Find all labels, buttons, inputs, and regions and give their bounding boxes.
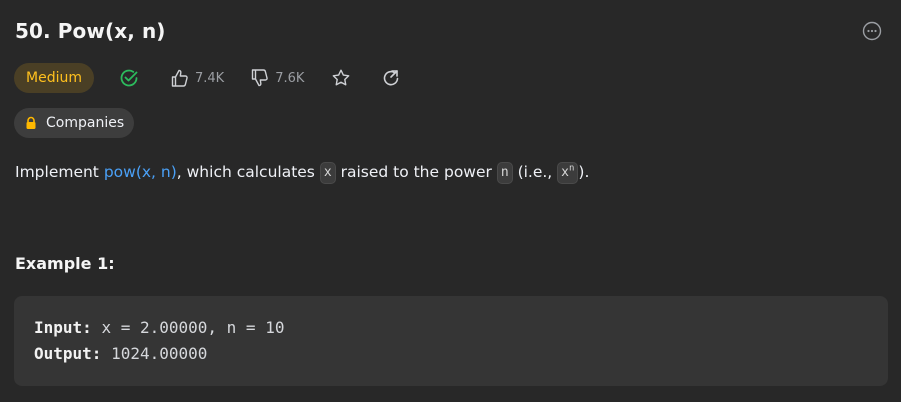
output-label: Output: (34, 344, 102, 363)
description-text: raised to the power (335, 163, 497, 181)
output-value: 1024.00000 (111, 344, 208, 363)
inline-code-n: n (496, 162, 513, 184)
description-text: ). (578, 163, 590, 181)
companies-label: Companies (46, 115, 125, 131)
share-button[interactable] (380, 67, 402, 89)
like-button[interactable]: 7.4K (170, 68, 224, 88)
lock-icon (24, 116, 38, 130)
description-text: , which calculates (176, 163, 320, 181)
description-text: (i.e., (512, 163, 558, 181)
input-label: Input: (34, 318, 92, 337)
power-exponent: n (569, 163, 575, 174)
difficulty-badge: Medium (14, 63, 94, 93)
solved-status (118, 67, 140, 89)
description-text: Implement (15, 163, 104, 181)
pow-link[interactable]: pow(x, n) (104, 163, 177, 181)
thumbs-down-icon (251, 69, 268, 87)
dislike-button[interactable]: 7.6K (250, 68, 304, 88)
inline-code-x: x (319, 162, 336, 184)
power-base: x (561, 165, 569, 180)
more-options-button[interactable] (862, 21, 882, 41)
input-value: x = 2.00000, n = 10 (101, 318, 285, 337)
like-count: 7.4K (194, 70, 225, 86)
example-input-line: Input: x = 2.00000, n = 10 (34, 315, 868, 341)
favorite-button[interactable] (330, 67, 352, 89)
share-icon (384, 70, 399, 86)
problem-description: Implement pow(x, n), which calculates x … (15, 160, 589, 184)
star-icon (332, 69, 350, 86)
inline-code-power: xn (557, 162, 579, 184)
more-icon (862, 21, 882, 41)
thumbs-up-icon (171, 69, 188, 87)
example-output-line: Output: 1024.00000 (34, 341, 868, 367)
example-block: Input: x = 2.00000, n = 10 Output: 1024.… (14, 296, 888, 386)
problem-title: 50. Pow(x, n) (15, 19, 166, 43)
companies-tag[interactable]: Companies (14, 108, 135, 138)
solved-check-icon (120, 69, 138, 87)
problem-description-panel: 50. Pow(x, n) Medium 7.4K 7.6K Companies… (0, 0, 901, 402)
dislike-count: 7.6K (275, 70, 305, 86)
example-title: Example 1: (15, 254, 115, 273)
problem-meta-row: Medium 7.4K 7.6K (14, 63, 402, 93)
